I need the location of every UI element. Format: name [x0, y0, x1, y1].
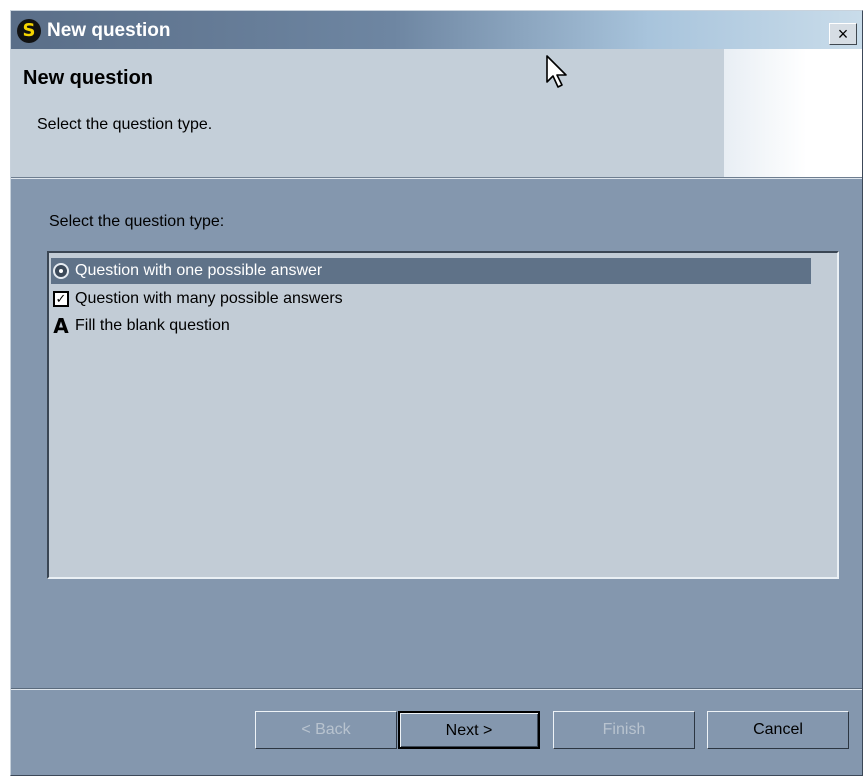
header-divider: [11, 178, 862, 179]
radio-button-icon: [51, 261, 71, 281]
page-subtitle: Select the question type.: [37, 116, 213, 133]
list-item[interactable]: A Fill the blank question: [51, 313, 811, 339]
back-button[interactable]: < Back: [255, 711, 397, 749]
wizard-header: New question Select the question type.: [11, 49, 862, 178]
finish-button[interactable]: Finish: [553, 711, 695, 749]
close-button[interactable]: ×: [829, 23, 857, 45]
next-button[interactable]: Next >: [398, 711, 540, 749]
list-item-label: Question with many possible answers: [75, 290, 343, 307]
list-item-label: Question with one possible answer: [75, 262, 323, 279]
mouse-pointer-icon: [546, 55, 567, 88]
window-title: New question: [47, 20, 171, 41]
title-bar[interactable]: S New question ×: [11, 11, 862, 49]
new-question-dialog: S New question × New question Select the…: [10, 10, 863, 776]
footer-divider: [11, 688, 862, 690]
header-accent-panel: [724, 49, 862, 177]
list-item[interactable]: Question with one possible answer: [51, 258, 811, 284]
question-type-list[interactable]: Question with one possible answer ✓ Quest…: [47, 251, 839, 579]
checkbox-icon: ✓: [51, 289, 71, 309]
cancel-button[interactable]: Cancel: [707, 711, 849, 749]
list-item-label: Fill the blank question: [75, 317, 230, 334]
page-title: New question: [23, 67, 154, 89]
question-type-label: Select the question type:: [49, 213, 225, 230]
list-item[interactable]: ✓ Question with many possible answers: [51, 286, 811, 312]
app-logo-icon: S: [17, 19, 41, 43]
letter-a-icon: A: [53, 313, 69, 338]
